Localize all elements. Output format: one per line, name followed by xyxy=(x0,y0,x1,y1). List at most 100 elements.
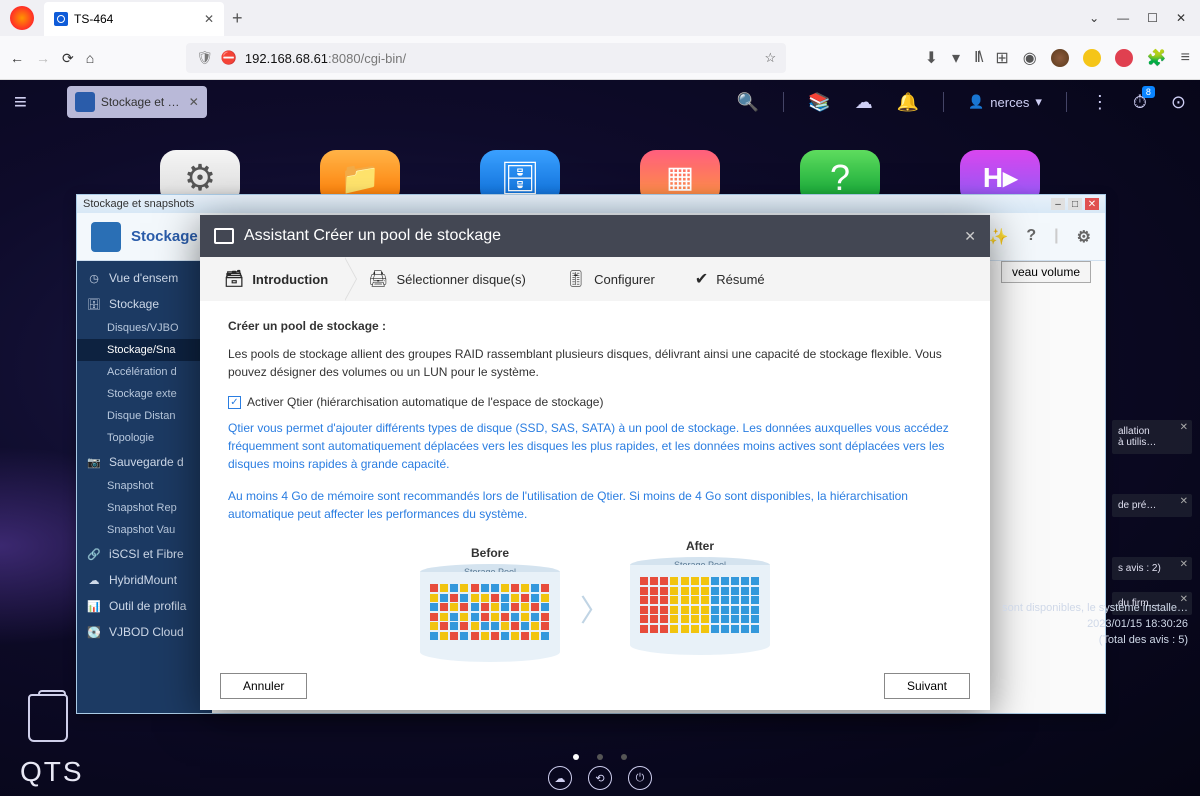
separator xyxy=(783,92,784,112)
more-icon[interactable]: ⋮ xyxy=(1091,92,1109,113)
notification-card[interactable]: ✕s avis : 2) xyxy=(1112,557,1192,580)
close-icon[interactable]: ✕ xyxy=(1180,496,1188,507)
sidebar-section-profiling[interactable]: 📊Outil de profila xyxy=(77,593,212,619)
bell-icon[interactable]: 🔔 xyxy=(897,92,919,113)
addon-icon-5[interactable]: 🧩 xyxy=(1147,48,1167,68)
sidebar-item-external[interactable]: Stockage exte xyxy=(77,383,212,405)
shield-icon[interactable]: 🛡 xyxy=(196,50,213,66)
bookmark-star-icon[interactable]: ☆ xyxy=(765,50,777,66)
checkbox-icon[interactable]: ✓ xyxy=(228,396,241,409)
sidebar-item-snapshot[interactable]: Snapshot xyxy=(77,475,212,497)
addon-icon-4[interactable] xyxy=(1115,49,1133,67)
gauge-icon[interactable]: ⊙ xyxy=(1171,92,1186,113)
window-minimize[interactable]: — xyxy=(1117,11,1129,25)
before-after-diagram: Before Storage Pool 〉 After Storage Pool… xyxy=(228,539,962,662)
sidebar-item-acceleration[interactable]: Accélération d xyxy=(77,361,212,383)
storage-header-title: Stockage e xyxy=(131,228,210,245)
cancel-button[interactable]: Annuler xyxy=(220,673,307,699)
sidebar-item-storage-snapshot[interactable]: Stockage/Sna xyxy=(77,339,212,361)
nav-home[interactable]: ⌂ xyxy=(86,50,94,66)
firmware-date: 2023/01/15 18:30:26 xyxy=(938,616,1188,632)
qtier-description: Qtier vous permet d'ajouter différents t… xyxy=(228,419,962,473)
addon-icon-1[interactable]: ◉ xyxy=(1023,48,1037,68)
new-volume-button[interactable]: veau volume xyxy=(1001,261,1091,283)
help-icon[interactable]: ? xyxy=(1026,227,1036,247)
win-close[interactable]: ✕ xyxy=(1085,198,1099,210)
wand-icon[interactable]: ✨ xyxy=(988,227,1008,247)
addon-icon-3[interactable] xyxy=(1083,49,1101,67)
tab-close-icon[interactable]: ✕ xyxy=(204,12,214,26)
nav-back[interactable]: ← xyxy=(10,50,24,66)
volume-icon[interactable]: 📚 xyxy=(808,92,830,113)
step-select-disks[interactable]: 🖨Sélectionner disque(s) xyxy=(368,269,526,289)
window-title: Stockage et snapshots xyxy=(83,198,194,210)
sidebar-item-topology[interactable]: Topologie xyxy=(77,427,212,449)
window-maximize[interactable]: ☐ xyxy=(1147,11,1158,25)
main-menu-icon[interactable]: ≡ xyxy=(14,89,27,115)
qtier-memory-note: Au moins 4 Go de mémoire sont recommandé… xyxy=(228,487,962,523)
dashboard-icon[interactable]: ⏱8 xyxy=(1133,92,1147,113)
arrow-icon: 〉 xyxy=(580,586,610,630)
sidebar-item-remote[interactable]: Disque Distan xyxy=(77,405,212,427)
browser-tab[interactable]: TS-464 ✕ xyxy=(44,2,224,36)
sidebar-item-snapshot-replica[interactable]: Snapshot Rep xyxy=(77,497,212,519)
next-button[interactable]: Suivant xyxy=(884,673,970,699)
backup-icon[interactable]: ☁ xyxy=(855,92,873,113)
sidebar-item-snapshot-vault[interactable]: Snapshot Vau xyxy=(77,519,212,541)
step-introduction[interactable]: 🗃Introduction xyxy=(224,269,328,289)
qtier-checkbox-row[interactable]: ✓ Activer Qtier (hiérarchisation automat… xyxy=(228,395,962,409)
download-icon[interactable]: ⬇ xyxy=(925,48,938,68)
win-minimize[interactable]: – xyxy=(1051,198,1065,210)
menu-icon[interactable]: ≡ xyxy=(1181,49,1190,67)
gear-icon[interactable]: ⚙ xyxy=(1077,227,1091,247)
step-configure[interactable]: 🎚Configurer xyxy=(566,269,655,289)
drives-icon: 🗃 xyxy=(224,269,244,289)
before-label: Before xyxy=(420,546,560,560)
user-menu[interactable]: 👤 nerces ▾ xyxy=(968,94,1042,110)
trash-icon[interactable] xyxy=(28,694,68,742)
cloud-icon[interactable]: ☁ xyxy=(548,766,572,790)
win-maximize[interactable]: □ xyxy=(1068,198,1082,210)
chevron-down-icon[interactable]: ⌄ xyxy=(1089,11,1099,25)
after-label: After xyxy=(630,539,770,553)
power-icon[interactable]: ⏻ xyxy=(628,766,652,790)
lock-slash-icon[interactable]: ⛔ xyxy=(221,50,237,66)
step-summary[interactable]: ✔Résumé xyxy=(695,269,765,289)
desktop-pager[interactable] xyxy=(573,754,627,760)
username: nerces xyxy=(990,95,1029,110)
firmware-text: sont disponibles, le système installe… xyxy=(938,600,1188,616)
close-icon[interactable]: ✕ xyxy=(964,228,976,245)
container-icon[interactable]: ⊞ xyxy=(995,48,1008,68)
sidebar-section-storage[interactable]: 🗄Stockage xyxy=(77,291,212,317)
notification-card[interactable]: ✕allationà utilis… xyxy=(1112,420,1192,454)
user-icon: 👤 xyxy=(968,94,984,110)
nav-reload[interactable]: ⟳ xyxy=(62,50,74,67)
sidebar-section-hybrid[interactable]: ☁HybridMount xyxy=(77,567,212,593)
pocket-icon[interactable]: ▾ xyxy=(952,48,960,68)
sidebar-item-disks[interactable]: Disques/VJBO xyxy=(77,317,212,339)
sidebar-section-backup[interactable]: 📷Sauvegarde d xyxy=(77,449,212,475)
sidebar-section-overview[interactable]: ◷Vue d'ensem xyxy=(77,265,212,291)
close-icon[interactable]: ✕ xyxy=(1180,422,1188,433)
qnap-favicon xyxy=(54,12,68,26)
disk-icon: 💽 xyxy=(87,625,101,639)
app-tab-label: Stockage et … xyxy=(101,95,180,109)
sidebar-section-vjbod[interactable]: 💽VJBOD Cloud xyxy=(77,619,212,645)
address-bar[interactable]: 🛡 ⛔ 192.168.68.61:8080/cgi-bin/ ☆ xyxy=(186,43,786,73)
wizard-heading: Créer un pool de stockage : xyxy=(228,319,962,333)
window-close[interactable]: ✕ xyxy=(1176,11,1186,25)
search-icon[interactable]: 🔍 xyxy=(737,92,759,113)
addon-icon-2[interactable] xyxy=(1051,49,1069,67)
sidebar-section-iscsi[interactable]: 🔗iSCSI et Fibre xyxy=(77,541,212,567)
sync-icon[interactable]: ⟲ xyxy=(588,766,612,790)
new-tab-button[interactable]: + xyxy=(232,8,243,29)
notification-card[interactable]: ✕de pré… xyxy=(1112,494,1192,517)
sidebar: ◷Vue d'ensem 🗄Stockage Disques/VJBO Stoc… xyxy=(77,261,212,713)
library-icon[interactable]: II\ xyxy=(974,49,981,67)
clock-icon: ◷ xyxy=(87,271,101,285)
close-icon[interactable]: ✕ xyxy=(1180,559,1188,570)
database-icon: 🗄 xyxy=(87,297,101,311)
app-tab-close[interactable]: ✕ xyxy=(189,95,199,109)
open-app-tab[interactable]: Stockage et … ✕ xyxy=(67,86,207,118)
url-text: 192.168.68.61:8080/cgi-bin/ xyxy=(245,51,406,66)
